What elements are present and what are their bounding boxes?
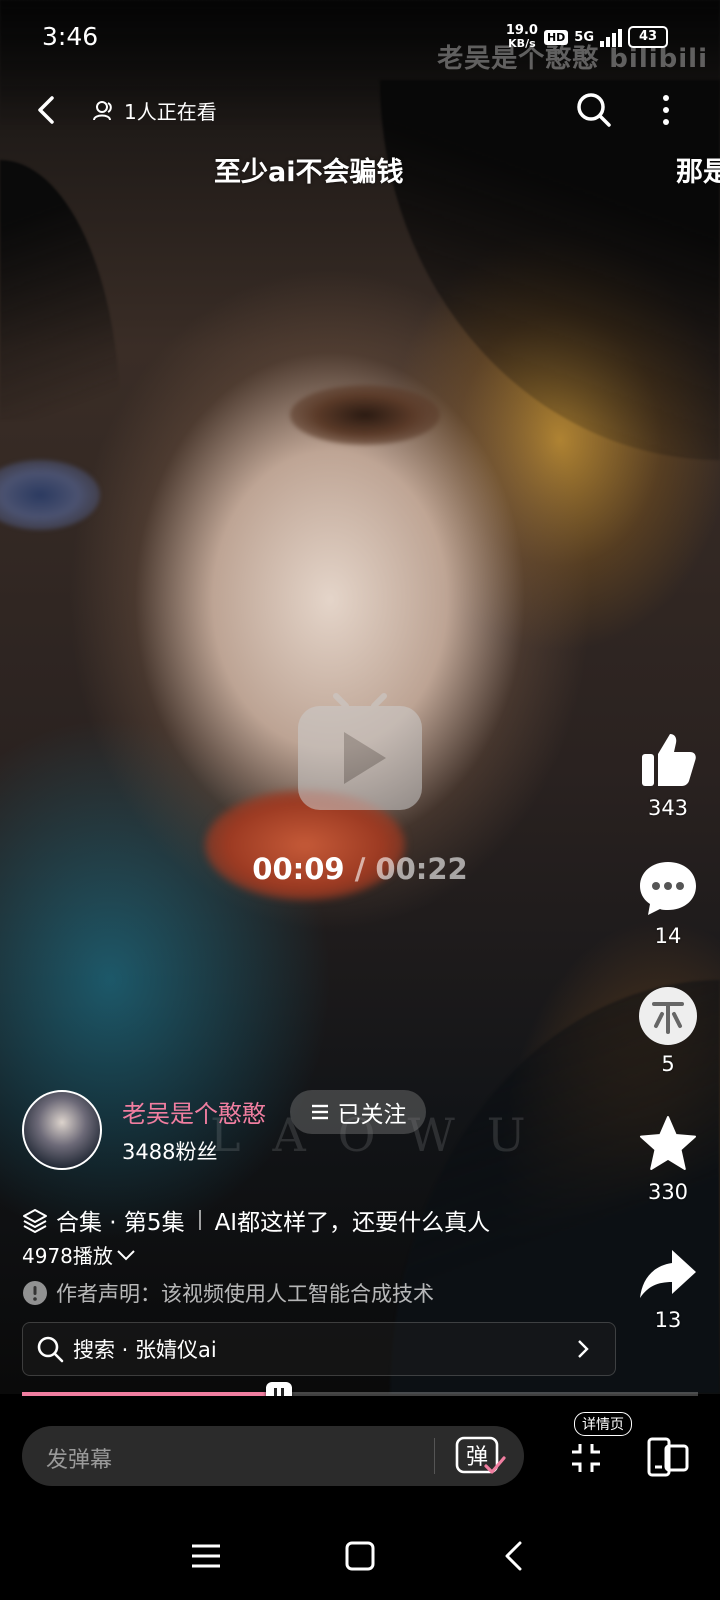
divider	[198, 1210, 201, 1230]
avatar[interactable]	[22, 1090, 102, 1170]
duration: 00:22	[375, 852, 468, 886]
back-icon	[38, 96, 54, 124]
menu-icon	[192, 1544, 220, 1568]
menu-icon	[311, 1104, 328, 1120]
system-nav-bar	[0, 1516, 720, 1600]
favorite-count: 330	[647, 1180, 689, 1204]
search-icon	[577, 93, 611, 127]
viewer-count-label: 1人正在看	[124, 100, 217, 124]
follow-button[interactable]: 已关注	[290, 1090, 426, 1134]
series-info[interactable]: 合集 · 第5集 AI都这样了，还要什么真人	[22, 1203, 490, 1237]
exit-fullscreen-button[interactable]	[566, 1438, 606, 1478]
viewer-count: 1人正在看	[92, 96, 217, 125]
play-count-label: 4978播放	[22, 1244, 113, 1268]
play-icon	[298, 693, 422, 810]
share-count: 13	[654, 1308, 682, 1332]
status-time: 3:46	[42, 22, 99, 51]
more-icon	[663, 95, 669, 125]
coin-icon	[639, 987, 697, 1045]
like-button[interactable]: 343	[630, 730, 706, 820]
more-button[interactable]	[648, 88, 684, 132]
watermark: 老吴是个憨憨 bilibili	[437, 44, 708, 74]
author-info: 老吴是个憨憨 已关注 3488粉丝	[22, 1090, 582, 1170]
danmaku-comment: 那是	[676, 157, 720, 188]
screen-mode-button[interactable]	[646, 1436, 690, 1478]
divider	[434, 1438, 435, 1474]
menu-button[interactable]	[186, 1536, 226, 1576]
collapse-icon	[572, 1444, 600, 1472]
home-icon	[345, 1541, 375, 1571]
danmaku-toggle[interactable]: 弹	[454, 1434, 508, 1478]
chevron-down-icon	[117, 1249, 135, 1260]
video-title: AI都这样了，还要什么真人	[214, 1210, 491, 1236]
current-time: 00:09	[252, 852, 345, 886]
danmaku-icon: 弹	[455, 1436, 506, 1474]
back-button[interactable]	[28, 90, 68, 130]
play-count[interactable]: 4978播放	[22, 1240, 136, 1269]
screen-mode-icon	[647, 1437, 689, 1477]
star-icon	[640, 1116, 696, 1170]
search-suggestion-text: 搜索 · 张婧仪ai	[73, 1338, 217, 1362]
bottom-bar: 发弹幕 弹 详情页	[0, 1396, 720, 1516]
like-count: 343	[647, 796, 689, 820]
comment-count: 14	[654, 924, 682, 948]
thumbs-up-icon	[642, 734, 696, 786]
follow-label: 已关注	[337, 1102, 407, 1128]
coin-count: 5	[661, 1052, 675, 1076]
layers-icon	[23, 1209, 47, 1233]
notice-text: 作者声明：该视频使用人工智能合成技术	[56, 1282, 434, 1306]
series-label: 合集 · 第5集	[56, 1210, 185, 1236]
search-icon	[37, 1336, 64, 1363]
play-button[interactable]	[296, 692, 424, 812]
author-name[interactable]: 老吴是个憨憨	[122, 1094, 266, 1129]
comment-button[interactable]: 14	[630, 858, 706, 948]
info-icon	[23, 1281, 47, 1305]
system-back-button[interactable]	[494, 1536, 534, 1576]
top-bar: 1人正在看	[0, 80, 720, 142]
danmaku-placeholder: 发弹幕	[46, 1448, 113, 1473]
author-notice: 作者声明：该视频使用人工智能合成技术	[22, 1278, 434, 1308]
home-button[interactable]	[340, 1536, 380, 1576]
search-suggestion[interactable]: 搜索 · 张婧仪ai	[22, 1322, 616, 1376]
back-icon	[505, 1541, 522, 1571]
favorite-button[interactable]: 330	[630, 1114, 706, 1204]
comment-icon	[640, 862, 696, 915]
time-display: 00:09 / 00:22	[252, 852, 468, 886]
search-button[interactable]	[572, 88, 616, 132]
danmaku-input[interactable]: 发弹幕 弹	[22, 1426, 524, 1486]
danmaku-comment: 至少ai不会骗钱	[214, 157, 404, 188]
people-icon	[93, 100, 112, 120]
coin-button[interactable]: 5	[630, 986, 706, 1076]
share-icon	[640, 1250, 696, 1298]
chevron-right-icon	[578, 1340, 589, 1358]
detail-page-tag[interactable]: 详情页	[574, 1412, 632, 1436]
share-button[interactable]: 13	[630, 1246, 706, 1332]
fan-count: 3488粉丝	[122, 1140, 218, 1164]
